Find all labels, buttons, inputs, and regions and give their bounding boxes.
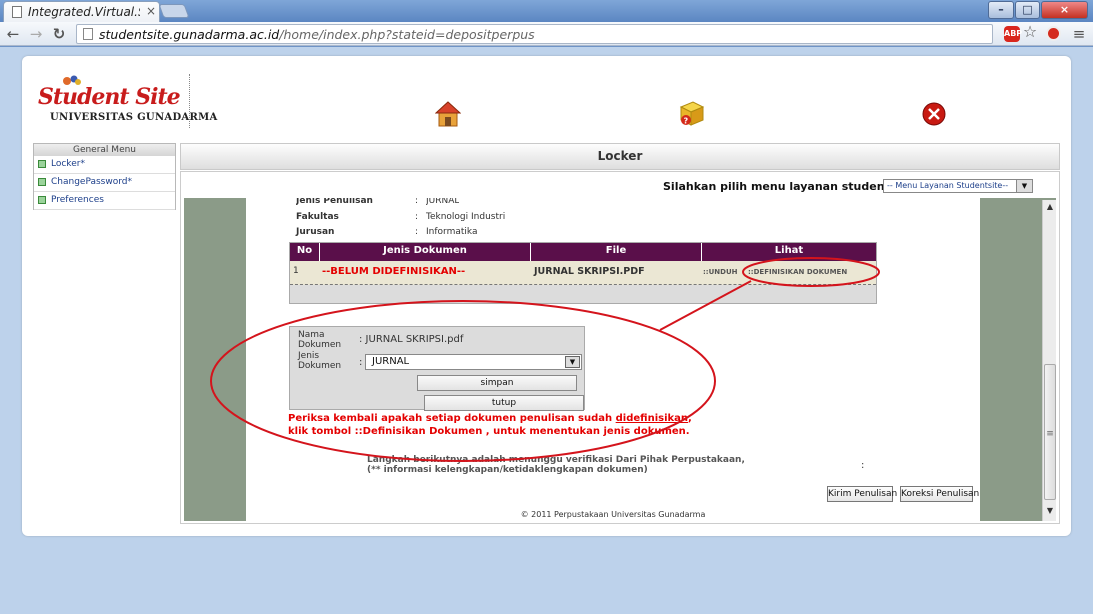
table-header-no: No [290,243,320,261]
forward-arrow-icon[interactable]: → [27,25,45,43]
back-arrow-icon[interactable]: ← [4,25,22,43]
reload-icon[interactable]: ↻ [50,25,68,43]
address-bar[interactable]: studentsite.gunadarma.ac.id/home/index.p… [76,24,993,44]
browser-tab[interactable]: Integrated.Virtual.Sysi × [3,1,160,22]
download-link[interactable]: ::UNDUH [703,268,738,276]
info-sep: : [415,227,419,237]
jenis-dokumen-select[interactable]: JURNAL ▼ [365,354,582,370]
minimize-button[interactable]: – [988,1,1014,19]
footer-copyright: © 2011 Perpustakaan Universitas Gunadarm… [246,509,980,521]
svg-text:?: ? [684,117,689,126]
nama-label: Nama [298,330,325,340]
kirim-penulisan-button[interactable]: Kirim Penulisan [827,486,897,502]
adblock-icon[interactable]: ABP [1004,26,1022,42]
warning-line-2: klik tombol ::Definisikan Dokumen , untu… [288,426,690,437]
home-icon[interactable] [435,100,461,128]
menu-item-label: Locker* [51,159,85,169]
logo-divider [189,74,190,128]
info-value-jurusan: Informatika [426,227,478,237]
extension-icon[interactable] [1046,26,1061,41]
general-menu-header: General Menu [34,144,175,156]
bullet-icon [38,178,46,186]
service-menu-select[interactable]: -- Menu Layanan Studentsite-- ▼ [883,179,1033,193]
new-tab-button[interactable] [158,4,190,18]
chevron-down-icon: ▼ [565,356,580,368]
note-line-2: (** informasi kelengkapan/ketidaklengkap… [367,465,648,475]
tab-title: Integrated.Virtual.Sysi [28,5,140,19]
grip-icon: ≡ [1046,429,1054,439]
table-header-lihat: Lihat [702,243,876,261]
bullet-icon [38,196,46,204]
maximize-button[interactable]: □ [1015,1,1040,19]
note-line-1: Langkah berikutnya adalah menunggu verif… [367,455,745,465]
info-value-jenis-penulisan: JURNAL [426,198,460,206]
koreksi-penulisan-button[interactable]: Koreksi Penulisan [900,486,979,502]
general-menu: General Menu Locker* ChangePassword* Pre… [33,143,176,210]
scroll-up-icon[interactable]: ▲ [1043,200,1057,214]
define-document-link[interactable]: ::DEFINISIKAN DOKUMEN [748,268,847,276]
logo-title[interactable]: Student Site [38,84,181,110]
browser-toolbar: ← → ↻ studentsite.gunadarma.ac.id/home/i… [0,22,1093,46]
tab-close-icon[interactable]: × [146,4,156,18]
tutup-button[interactable]: tutup [424,395,584,411]
url-path: /home/index.php?stateid=depositperpus [279,27,535,42]
bookmark-star-icon[interactable]: ☆ [1021,23,1039,41]
simpan-button[interactable]: simpan [417,375,577,391]
table-row: 1 --BELUM DIDEFINISIKAN-- JURNAL SKRIPSI… [290,261,876,285]
logo-subtitle: UNIVERSITAS GUNADARMA [50,112,218,123]
cell-file: JURNAL SKRIPSI.PDF [534,266,645,277]
info-label-fakultas: Fakultas [296,212,339,222]
chrome-menu-icon[interactable]: ≡ [1070,25,1088,43]
jenis-sep: : [359,357,363,368]
page-icon [12,6,22,18]
jenis-label-2: Dokumen [298,361,342,371]
section-title: Locker [180,143,1060,170]
document-table: No Jenis Dokumen File Lihat 1 --BELUM DI… [289,242,877,304]
scroll-down-icon[interactable]: ▼ [1043,504,1057,518]
chevron-down-icon: ▼ [1016,180,1032,192]
table-header-file: File [531,243,702,261]
note-colon: : [861,460,865,471]
url-host: studentsite.gunadarma.ac.id [99,27,280,42]
menu-item-label: ChangePassword* [51,177,132,187]
info-sep: : [415,198,419,206]
menu-item-preferences[interactable]: Preferences [34,192,175,210]
service-select-value: -- Menu Layanan Studentsite-- [887,181,1009,190]
nama-label-2: Dokumen [298,340,342,350]
scroll-thumb[interactable]: ≡ [1044,364,1056,500]
info-value-fakultas: Teknologi Industri [426,212,506,222]
help-box-icon[interactable]: ? [677,99,705,127]
logout-close-icon[interactable] [922,102,946,126]
vertical-scrollbar[interactable]: ▲ ≡ ▼ [1042,200,1056,521]
jenis-label: Jenis [298,351,320,361]
window-close-button[interactable]: × [1041,1,1088,19]
info-label-jurusan: Jurusan [296,227,335,237]
warning-line-1: Periksa kembali apakah setiap dokumen pe… [288,413,692,424]
nama-value: : JURNAL SKRIPSI.pdf [359,334,464,345]
info-sep: : [415,212,419,222]
info-label-jenis-penulisan: Jenis Penulisan [296,198,373,206]
jenis-select-value: JURNAL [372,356,410,367]
menu-item-label: Preferences [51,195,104,205]
menu-item-locker[interactable]: Locker* [34,156,175,174]
definisikan-link[interactable]: didefinisikan [616,413,688,424]
page-icon [83,28,93,40]
url-text: studentsite.gunadarma.ac.id/home/index.p… [99,27,535,42]
bullet-icon [38,160,46,168]
cell-jenis: --BELUM DIDEFINISIKAN-- [322,266,466,277]
table-header-jenis: Jenis Dokumen [320,243,531,261]
cell-no: 1 [293,266,299,276]
menu-item-change-password[interactable]: ChangePassword* [34,174,175,192]
